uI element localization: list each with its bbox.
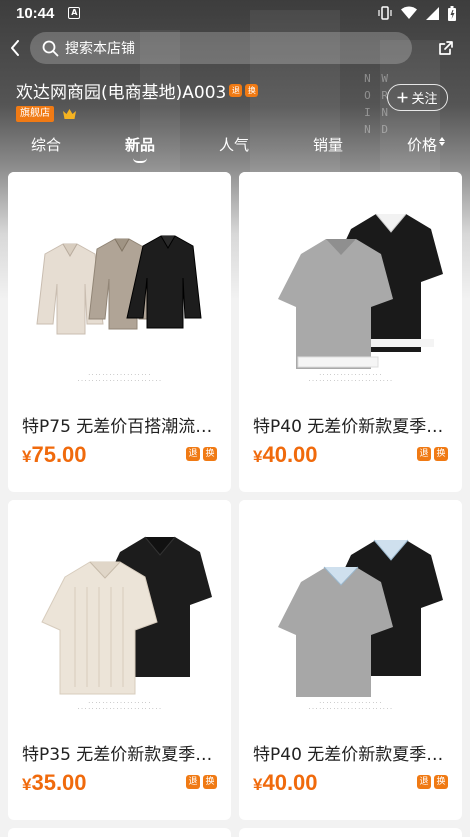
return-badge: 退 — [229, 84, 243, 97]
product-price: ¥40.00 — [253, 770, 318, 796]
tab-new[interactable]: 新品 — [125, 134, 156, 163]
product-card[interactable]: · · · · · · · · · · · · · · · · · · · · ·… — [239, 172, 462, 492]
product-title: 特P40 无差价新款夏季翻领 — [253, 745, 451, 765]
product-card-partial[interactable] — [239, 828, 462, 837]
brand-caption-graphic: · · · · · · · · · · · · · · · · · · · · ·… — [77, 372, 162, 383]
crown-icon — [63, 109, 76, 119]
exchange-badge: 换 — [203, 775, 217, 789]
product-card-partial[interactable] — [8, 828, 231, 837]
return-badge: 退 — [186, 775, 200, 789]
service-badges: 退 换 — [186, 775, 217, 789]
shop-tags: 旗舰店 — [16, 106, 77, 122]
sort-tabs: 综合 新品 人气 销量 价格 — [0, 128, 470, 168]
tab-label: 价格 — [407, 136, 438, 154]
price-value: 35.00 — [31, 770, 87, 795]
product-card[interactable]: · · · · · · · · · · · · · · · · · · · · ·… — [239, 500, 462, 820]
tab-sales[interactable]: 销量 — [313, 134, 343, 155]
brand-caption-graphic: · · · · · · · · · · · · · · · · · · · · ·… — [77, 700, 162, 711]
product-title: 特P75 无差价百搭潮流外套 — [22, 417, 220, 437]
product-title: 特P40 无差价新款夏季假两件 — [253, 417, 451, 437]
tab-label: 新品 — [125, 136, 156, 154]
tab-price[interactable]: 价格 — [407, 134, 446, 155]
search-icon — [42, 40, 59, 56]
return-badge: 退 — [417, 447, 431, 461]
tab-popularity[interactable]: 人气 — [219, 134, 249, 155]
wifi-icon — [401, 6, 417, 19]
product-image — [8, 500, 231, 723]
product-price: ¥35.00 — [22, 770, 87, 796]
product-title: 特P35 无差价新款夏季短袖 — [22, 745, 220, 765]
store-search-input[interactable]: 搜索本店铺 — [30, 32, 412, 64]
tab-label: 销量 — [313, 136, 344, 154]
service-badges: 退 换 — [186, 447, 217, 461]
product-image — [239, 172, 462, 395]
service-badges: 退 换 — [417, 775, 448, 789]
tab-label: 人气 — [219, 136, 250, 154]
price-value: 40.00 — [262, 770, 318, 795]
product-price: ¥40.00 — [253, 442, 318, 468]
product-image — [8, 172, 231, 395]
product-card[interactable]: · · · · · · · · · · · · · · · · · · · · ·… — [8, 172, 231, 492]
follow-label: 关注 — [411, 92, 438, 107]
top-navigation: 搜索本店铺 — [0, 30, 470, 66]
search-placeholder: 搜索本店铺 — [65, 41, 135, 57]
status-time: 10:44 — [16, 4, 55, 22]
product-price: ¥75.00 — [22, 442, 87, 468]
shop-name-row: 欢达网商园(电商基地)A003 退 换 — [16, 78, 259, 103]
brand-caption-graphic: · · · · · · · · · · · · · · · · · · · · ·… — [308, 372, 393, 383]
return-badge: 退 — [417, 775, 431, 789]
back-button[interactable] — [0, 30, 30, 66]
follow-button[interactable]: 关注 — [387, 84, 448, 111]
signal-icon — [426, 6, 439, 20]
active-tab-indicator — [133, 158, 147, 163]
share-icon — [439, 41, 453, 55]
status-bar: 10:44 A — [0, 0, 470, 26]
flagship-badge: 旗舰店 — [16, 106, 54, 122]
battery-icon — [448, 5, 456, 21]
vibrate-icon — [378, 6, 392, 20]
return-badge: 退 — [186, 447, 200, 461]
tab-comprehensive[interactable]: 综合 — [31, 134, 61, 155]
exchange-badge: 换 — [434, 775, 448, 789]
sort-arrows-icon — [439, 137, 446, 146]
product-image — [239, 500, 462, 723]
tab-label: 综合 — [31, 136, 62, 154]
chevron-left-icon — [11, 40, 19, 56]
shop-name: 欢达网商园(电商基地)A003 — [16, 83, 227, 103]
exchange-badge: 换 — [245, 84, 259, 97]
price-value: 75.00 — [31, 442, 87, 467]
news-app-icon: A — [68, 7, 81, 19]
exchange-badge: 换 — [203, 447, 217, 461]
service-badges: 退 换 — [417, 447, 448, 461]
exchange-badge: 换 — [434, 447, 448, 461]
price-value: 40.00 — [262, 442, 318, 467]
product-card[interactable]: · · · · · · · · · · · · · · · · · · · · ·… — [8, 500, 231, 820]
brand-caption-graphic: · · · · · · · · · · · · · · · · · · · · ·… — [308, 700, 393, 711]
plus-icon — [397, 92, 408, 103]
share-button[interactable] — [426, 30, 466, 66]
